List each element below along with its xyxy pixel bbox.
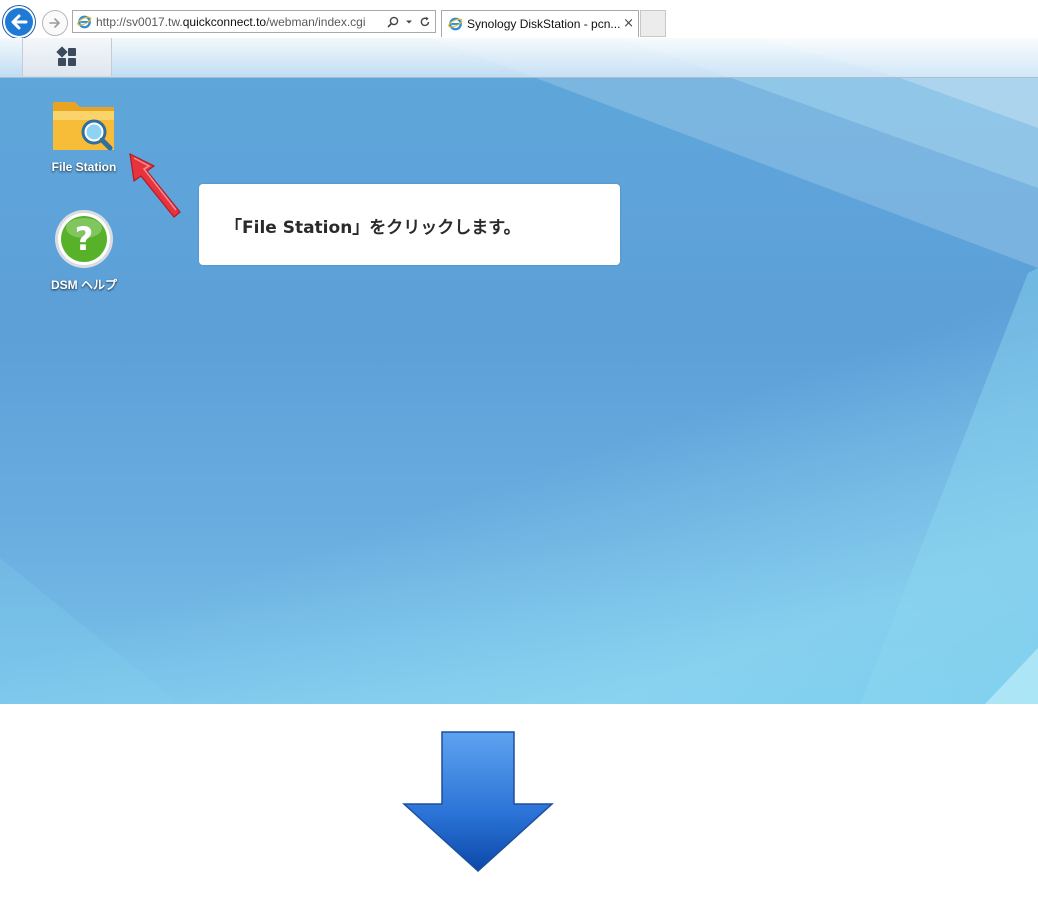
ie-logo-icon bbox=[448, 17, 463, 31]
dsm-help-label: DSM ヘルプ bbox=[50, 278, 117, 292]
svg-text:?: ? bbox=[75, 220, 94, 258]
forward-button[interactable] bbox=[42, 10, 68, 36]
help-question-icon: ? bbox=[55, 210, 113, 268]
search-icon[interactable] bbox=[387, 16, 399, 28]
new-tab-button[interactable] bbox=[640, 10, 666, 37]
ie-logo-icon bbox=[77, 15, 92, 29]
refresh-icon[interactable] bbox=[419, 16, 431, 28]
tab-close-icon[interactable]: × bbox=[623, 16, 634, 31]
taskbar bbox=[0, 38, 1038, 78]
dsm-desktop: File Station ? DSM ヘルプ bbox=[0, 38, 1038, 704]
dsm-help-shortcut[interactable]: ? DSM ヘルプ bbox=[36, 208, 132, 293]
arrow-left-icon bbox=[11, 14, 28, 30]
browser-toolbar: http://sv0017.tw.quickconnect.to/webman/… bbox=[0, 0, 1038, 38]
wallpaper-shapes bbox=[0, 38, 1038, 704]
file-station-shortcut[interactable]: File Station bbox=[36, 96, 132, 174]
pointer-arrow-icon bbox=[129, 152, 181, 218]
tab-title: Synology DiskStation - pcn... bbox=[467, 17, 621, 31]
down-arrow-icon bbox=[402, 731, 554, 873]
instruction-text: 「File Station」をクリックします。 bbox=[225, 218, 521, 238]
file-station-folder-icon bbox=[53, 102, 114, 151]
url-text: http://sv0017.tw.quickconnect.to/webman/… bbox=[96, 15, 366, 29]
back-button[interactable] bbox=[3, 6, 35, 38]
browser-tab[interactable]: Synology DiskStation - pcn... × bbox=[441, 10, 639, 37]
arrow-right-icon bbox=[49, 18, 60, 28]
main-menu-grid-icon bbox=[56, 46, 76, 66]
instruction-callout: 「File Station」をクリックします。 bbox=[199, 184, 620, 265]
address-bar[interactable]: http://sv0017.tw.quickconnect.to/webman/… bbox=[72, 10, 436, 33]
chevron-down-icon[interactable] bbox=[405, 18, 413, 26]
main-menu-button[interactable] bbox=[22, 38, 112, 76]
file-station-label: File Station bbox=[51, 160, 117, 174]
